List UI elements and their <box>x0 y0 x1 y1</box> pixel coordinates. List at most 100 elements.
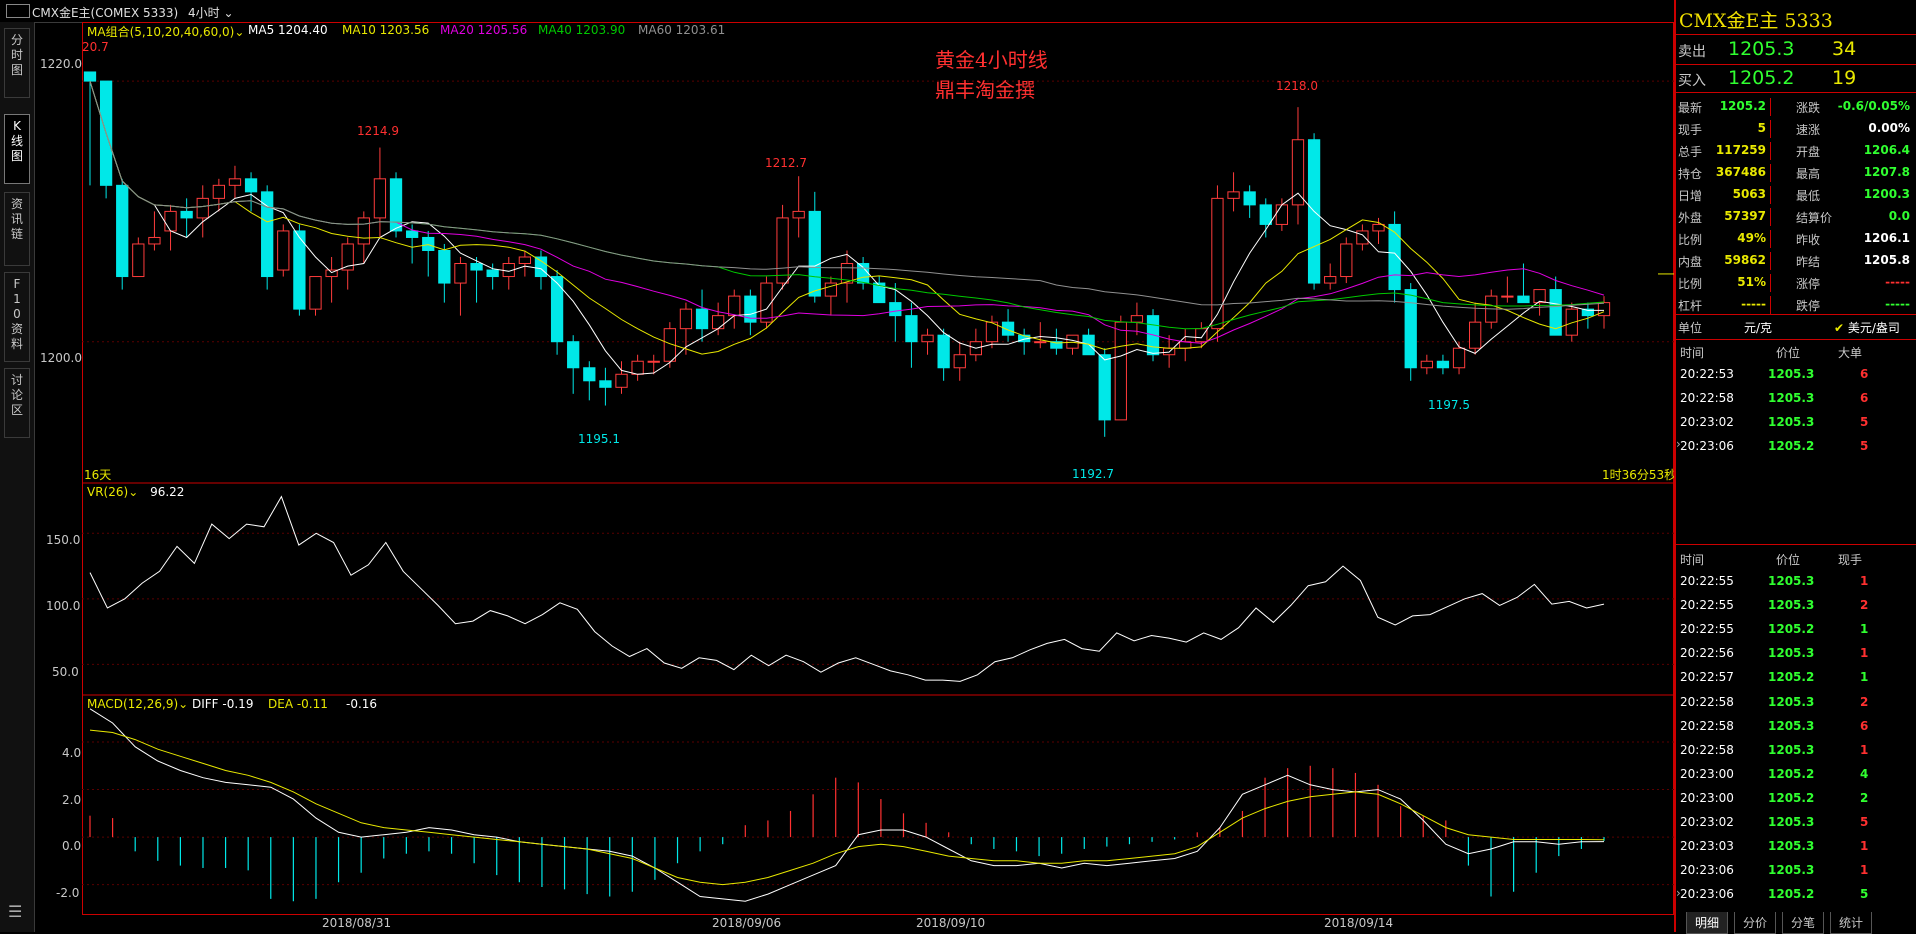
candle-body <box>1533 289 1546 304</box>
low-label: 1192.7 <box>1072 467 1114 481</box>
title-bar: CMX金E主(COMEX 5333) 4小时 ⌄ <box>0 0 1672 23</box>
tick-row[interactable]: 20:22:55 1205.3 1 <box>1676 571 1916 593</box>
tab-intraday[interactable]: 分时图 <box>4 28 30 98</box>
chevron-right-icon[interactable]: › <box>1676 437 1681 451</box>
stat-label: 最低 <box>1796 189 1821 203</box>
menu-icon[interactable]: ☰ <box>8 902 22 921</box>
annotation-author: 鼎丰淘金撰 <box>935 78 1035 102</box>
sell-volume: 34 <box>1832 38 1857 60</box>
order-qty: 5 <box>1860 415 1869 429</box>
candle-body <box>953 354 966 369</box>
col-bigqty: 大单 <box>1838 346 1863 360</box>
tick-row[interactable]: 20:23:00 1205.2 2 <box>1676 788 1916 810</box>
big-order-row[interactable]: 20:23:02 1205.3 5 <box>1676 412 1916 434</box>
candle-body <box>905 315 918 343</box>
chart-area[interactable]: MA组合(5,10,20,40,60,0)⌄ MA5 1204.40 MA10 … <box>82 22 1676 916</box>
tick-row[interactable]: 20:23:02 1205.3 5 <box>1676 812 1916 834</box>
tab-detail[interactable]: 明细 <box>1686 912 1729 934</box>
order-price: 1205.3 <box>1768 415 1815 429</box>
tab-news[interactable]: 资讯链 <box>4 192 30 266</box>
tick-row[interactable]: 20:23:06 1205.2 5 <box>1676 884 1916 906</box>
big-order-row[interactable]: 20:22:53 1205.3 6 <box>1676 364 1916 386</box>
stat-label: 昨收 <box>1796 233 1821 247</box>
tab-price-dist[interactable]: 分价 <box>1734 912 1777 934</box>
ma5-value: MA5 1204.40 <box>248 23 328 37</box>
unit-cny-option[interactable]: 元/克 <box>1744 319 1772 336</box>
chart-canvas[interactable] <box>82 22 1674 916</box>
divider <box>1770 120 1771 138</box>
stat-label: 内盘 <box>1678 255 1703 269</box>
divider <box>1770 186 1771 204</box>
tick-price: 1205.3 <box>1768 598 1815 613</box>
period-selector[interactable]: 4小时 ⌄ <box>188 4 234 21</box>
stat-label: 现手 <box>1678 123 1703 137</box>
col-time: 时间 <box>1680 346 1705 360</box>
divider <box>1770 252 1771 270</box>
stat-label: 比例 <box>1678 233 1703 247</box>
tab-discussion[interactable]: 讨论区 <box>4 368 30 438</box>
big-order-row[interactable]: 20:23:06 1205.2 5 <box>1676 436 1916 458</box>
quote-title: CMX金E主 5333 <box>1679 10 1833 32</box>
tab-trades[interactable]: 分笔 <box>1782 912 1825 934</box>
candle-body <box>1275 204 1289 225</box>
quote-row: 现手 5 速涨 0.00% <box>1676 118 1916 140</box>
macd-indicator[interactable]: MACD(12,26,9)⌄ <box>87 697 188 711</box>
col-price: 价位 <box>1776 553 1801 567</box>
chevron-right-icon[interactable]: › <box>1676 886 1681 900</box>
tick-row[interactable]: 20:22:58 1205.3 6 <box>1676 716 1916 738</box>
tick-qty: 6 <box>1860 718 1869 733</box>
sell-price: 1205.3 <box>1728 38 1795 60</box>
high-label: 1212.7 <box>765 156 807 170</box>
ma-indicator[interactable]: MA组合(5,10,20,40,60,0)⌄ <box>87 23 244 40</box>
x-date-label: 2018/09/06 <box>712 916 782 930</box>
tick-row[interactable]: 20:22:55 1205.3 2 <box>1676 595 1916 617</box>
tick-row[interactable]: 20:22:58 1205.3 2 <box>1676 692 1916 714</box>
stat-label: 总手 <box>1678 145 1703 159</box>
diff-line <box>89 708 1605 902</box>
tab-f10[interactable]: F10资料 <box>4 272 30 362</box>
candle-body <box>1324 276 1337 284</box>
tick-row[interactable]: 20:22:56 1205.3 1 <box>1676 643 1916 665</box>
tab-stats[interactable]: 统计 <box>1830 912 1873 934</box>
tick-price: 1205.2 <box>1768 622 1815 637</box>
candle-body <box>712 315 725 330</box>
annotation-title: 黄金4小时线 <box>935 48 1048 72</box>
stat-label: 跌停 <box>1796 299 1821 313</box>
tick-row[interactable]: 20:23:06 1205.3 1 <box>1676 860 1916 882</box>
candle-body <box>1211 197 1224 330</box>
tick-row[interactable]: 20:23:00 1205.2 4 <box>1676 764 1916 786</box>
quote-row: 持仓 367486 最高 1207.8 <box>1676 162 1916 184</box>
candle-body <box>550 276 564 343</box>
unit-usd-option[interactable]: ✔ 美元/盎司 <box>1834 319 1900 336</box>
tick-price: 1205.3 <box>1768 839 1815 854</box>
candle-body <box>921 334 934 343</box>
candle-body <box>647 360 660 363</box>
stat-value: 57397 <box>1724 209 1766 223</box>
quote-panel: CMX金E主 5333 卖出 1205.3 34 买入 1205.2 19 最新… <box>1674 0 1916 932</box>
big-order-row[interactable]: 20:22:58 1205.3 6 <box>1676 388 1916 410</box>
order-price: 1205.3 <box>1768 367 1815 381</box>
tab-kline[interactable]: K线图 <box>4 114 30 184</box>
chevron-down-icon: ⌄ <box>178 697 189 711</box>
candle-body <box>1420 360 1433 369</box>
tick-row[interactable]: 20:22:58 1205.3 1 <box>1676 740 1916 762</box>
window-icon[interactable] <box>6 4 30 18</box>
candle-body <box>1340 243 1353 278</box>
candle-body <box>776 217 789 284</box>
vr-indicator[interactable]: VR(26)⌄ 96.22 <box>87 485 184 499</box>
tick-price: 1205.2 <box>1768 887 1815 902</box>
col-price: 价位 <box>1776 346 1801 360</box>
candle-body <box>357 217 370 245</box>
tick-row[interactable]: 20:23:03 1205.3 1 <box>1676 836 1916 858</box>
candle-body <box>1356 230 1369 245</box>
candle-body <box>1501 295 1514 298</box>
stat-label: 结算价 <box>1796 211 1833 225</box>
tick-row[interactable]: 20:22:55 1205.2 1 <box>1676 619 1916 641</box>
high-label: 1214.9 <box>357 124 399 138</box>
vr-line <box>89 495 1605 682</box>
unit-row: 单位 元/克 ✔ 美元/盎司 <box>1676 316 1916 338</box>
tick-price: 1205.3 <box>1768 694 1815 709</box>
tick-row[interactable]: 20:22:57 1205.2 1 <box>1676 667 1916 689</box>
candle-body <box>438 249 451 284</box>
tick-qty: 5 <box>1860 887 1869 902</box>
